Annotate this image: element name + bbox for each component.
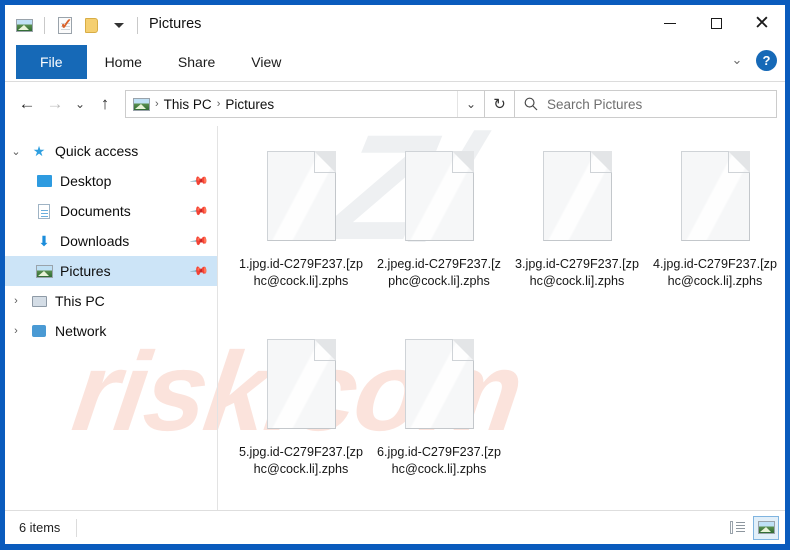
tab-home[interactable]: Home	[87, 45, 160, 79]
explorer-window: Z/ risk.com Pictures ✕ File Home	[0, 0, 790, 550]
tab-file[interactable]: File	[16, 45, 87, 79]
breadcrumb-this-pc[interactable]: This PC	[164, 97, 212, 112]
toolbar-divider-2	[137, 16, 138, 34]
status-bar: 6 items	[5, 510, 785, 544]
item-count: 6 items	[19, 520, 61, 535]
sidebar-item-this-pc[interactable]: › This PC	[5, 286, 217, 316]
blank-file-icon	[404, 140, 474, 252]
file-item[interactable]: 3.jpg.id-C279F237.[zphc@cock.li].zphs	[508, 140, 646, 328]
sidebar-label-downloads: Downloads	[60, 233, 130, 249]
file-name: 3.jpg.id-C279F237.[zphc@cock.li].zphs	[515, 257, 639, 288]
search-box[interactable]	[515, 90, 777, 118]
address-dropdown-chevron-down-icon[interactable]: ⌄	[457, 91, 484, 117]
recent-locations-chevron-down-icon[interactable]: ⌄	[69, 90, 91, 118]
blank-file-icon	[542, 140, 612, 252]
properties-icon[interactable]	[54, 14, 76, 36]
blank-file-icon	[404, 328, 474, 440]
file-name: 5.jpg.id-C279F237.[zphc@cock.li].zphs	[239, 445, 363, 476]
documents-icon	[32, 203, 56, 219]
maximize-button[interactable]	[693, 5, 739, 41]
customize-toolbar-chevron-down-icon[interactable]	[106, 14, 128, 36]
window-body: Z/ risk.com Pictures ✕ File Home	[5, 5, 785, 544]
sidebar-label-network: Network	[55, 323, 107, 339]
toolbar-divider	[44, 16, 45, 34]
desktop-icon	[32, 175, 56, 187]
file-item[interactable]: 4.jpg.id-C279F237.[zphc@cock.li].zphs	[646, 140, 784, 328]
file-item[interactable]: 1.jpg.id-C279F237.[zphc@cock.li].zphs	[232, 140, 370, 328]
close-button[interactable]: ✕	[739, 5, 785, 41]
file-name: 1.jpg.id-C279F237.[zphc@cock.li].zphs	[239, 257, 363, 288]
file-item[interactable]: 6.jpg.id-C279F237.[zphc@cock.li].zphs	[370, 328, 508, 516]
computer-icon	[27, 295, 51, 307]
pin-icon-pictures[interactable]: 📌	[189, 261, 209, 281]
breadcrumb-separator-2: ›	[216, 98, 221, 110]
network-chevron-right-icon[interactable]: ›	[5, 325, 27, 337]
blank-file-icon	[266, 328, 336, 440]
quick-access-chevron-down-icon[interactable]: ⌄	[5, 145, 27, 158]
file-name: 2.jpeg.id-C279F237.[zphc@cock.li].zphs	[377, 257, 501, 288]
sidebar-item-documents[interactable]: Documents 📌	[5, 196, 217, 226]
up-button[interactable]: ↑	[91, 90, 119, 118]
forward-button: →	[46, 94, 64, 113]
file-item[interactable]: 2.jpeg.id-C279F237.[zphc@cock.li].zphs	[370, 140, 508, 328]
sidebar-label-documents: Documents	[60, 203, 131, 219]
file-item[interactable]: 5.jpg.id-C279F237.[zphc@cock.li].zphs	[232, 328, 370, 516]
refresh-button[interactable]: ↻	[485, 90, 515, 118]
breadcrumb: › This PC › Pictures	[126, 97, 457, 112]
breadcrumb-pictures[interactable]: Pictures	[225, 97, 274, 112]
pin-icon-downloads[interactable]: 📌	[189, 231, 209, 251]
window-title: Pictures	[149, 16, 202, 32]
address-toolbar: ← → ⌄ ↑ › This PC › Pictures ⌄ ↻	[5, 82, 785, 126]
new-folder-icon[interactable]	[80, 14, 102, 36]
details-view-icon[interactable]	[724, 516, 750, 540]
sidebar-item-network[interactable]: › Network	[5, 316, 217, 346]
blank-file-icon	[680, 140, 750, 252]
tab-view[interactable]: View	[233, 45, 299, 79]
download-icon: ⬇	[38, 232, 50, 249]
tab-share[interactable]: Share	[160, 45, 233, 79]
picture-icon	[32, 264, 56, 278]
breadcrumb-picture-icon	[133, 97, 150, 111]
sidebar-label-this-pc: This PC	[55, 293, 105, 309]
main-content: ⌄ ★ Quick access Desktop 📌 Documents 📌 ⬇	[5, 126, 785, 510]
pin-icon-desktop[interactable]: 📌	[189, 171, 209, 191]
sidebar-label-pictures: Pictures	[60, 263, 111, 279]
help-button[interactable]: ?	[756, 49, 777, 71]
search-icon	[515, 97, 547, 111]
pictures-properties-icon[interactable]	[13, 14, 35, 36]
this-pc-chevron-right-icon[interactable]: ›	[5, 295, 27, 307]
window-controls: ✕	[647, 5, 785, 41]
quick-access-toolbar	[13, 11, 143, 39]
address-bar[interactable]: › This PC › Pictures ⌄	[125, 90, 485, 118]
blank-file-icon	[266, 140, 336, 252]
navigation-pane: ⌄ ★ Quick access Desktop 📌 Documents 📌 ⬇	[5, 126, 218, 510]
ribbon-tabs: File Home Share View	[16, 45, 299, 79]
search-input[interactable]	[547, 96, 776, 112]
ribbon-tab-bar: File Home Share View ⌄ ?	[5, 45, 785, 82]
expand-ribbon-chevron-down-icon[interactable]: ⌄	[726, 49, 748, 71]
file-name: 6.jpg.id-C279F237.[zphc@cock.li].zphs	[377, 445, 501, 476]
file-grid: 1.jpg.id-C279F237.[zphc@cock.li].zphs 2.…	[232, 140, 785, 516]
network-icon	[27, 325, 51, 337]
minimize-button[interactable]	[647, 5, 693, 41]
sidebar-item-pictures[interactable]: Pictures 📌	[5, 256, 217, 286]
star-icon: ★	[32, 142, 46, 159]
sidebar-label-quick-access: Quick access	[55, 143, 139, 159]
large-icons-view-icon[interactable]	[753, 515, 779, 540]
view-toggle-group	[724, 515, 779, 540]
sidebar-label-desktop: Desktop	[60, 173, 112, 189]
sidebar-item-downloads[interactable]: ⬇ Downloads 📌	[5, 226, 217, 256]
pin-icon-documents[interactable]: 📌	[189, 201, 209, 221]
file-name: 4.jpg.id-C279F237.[zphc@cock.li].zphs	[653, 257, 777, 288]
breadcrumb-separator-1: ›	[155, 98, 159, 110]
title-bar: Pictures ✕	[5, 5, 785, 45]
back-button[interactable]: ←	[13, 90, 41, 118]
file-list-pane[interactable]: 1.jpg.id-C279F237.[zphc@cock.li].zphs 2.…	[218, 126, 785, 510]
sidebar-item-quick-access[interactable]: ⌄ ★ Quick access	[5, 136, 217, 166]
sidebar-item-desktop[interactable]: Desktop 📌	[5, 166, 217, 196]
ribbon-right-controls: ⌄ ?	[726, 49, 777, 71]
status-divider	[76, 518, 78, 537]
